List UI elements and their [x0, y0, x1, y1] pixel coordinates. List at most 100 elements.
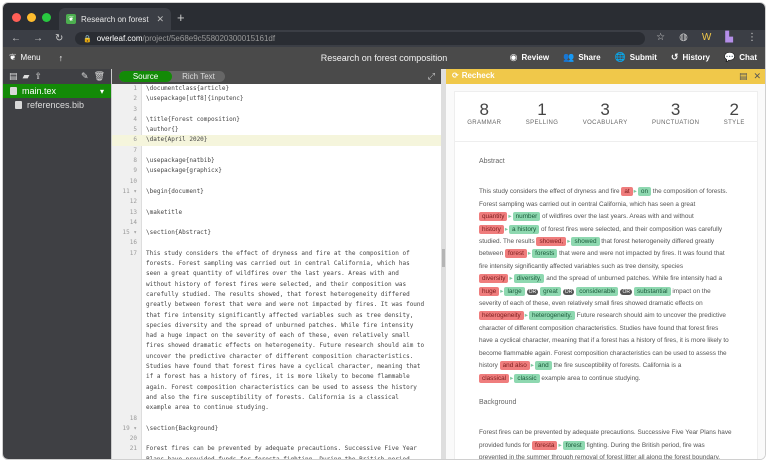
code-line[interactable]: 19 ▾ \section{Background}	[112, 424, 442, 434]
document-icon[interactable]: ▤	[739, 71, 748, 82]
code-line[interactable]: 18	[112, 414, 442, 424]
stat-spelling[interactable]: 1 SPELLING	[526, 100, 559, 141]
url-field[interactable]: 🔒 overleaf.com/project/5e68e9c5580203000…	[75, 32, 645, 45]
suggestion-replacement[interactable]: substantial	[633, 286, 671, 296]
code-line[interactable]: Studies have found that forest fires hav…	[112, 362, 442, 372]
suggestion[interactable]: diversity ▸ diversity,	[479, 274, 545, 284]
code-line[interactable]: fires showed dramatic effects on heterog…	[112, 341, 442, 351]
expand-icon[interactable]: ⤢	[428, 71, 435, 82]
profile-icon[interactable]: ▙	[725, 32, 733, 43]
code-line[interactable]: 6 \date{April 2020}	[112, 135, 442, 146]
code-line[interactable]: 10	[112, 177, 442, 187]
code-line[interactable]: seen a great quantity of wildfires over …	[112, 269, 442, 279]
stat-vocabulary[interactable]: 3 VOCABULARY	[583, 100, 628, 141]
suggestion[interactable]: foresta ▸ forest	[531, 440, 585, 450]
code-area[interactable]: 1 \documentclass{article} 2 \usepackage[utf…	[112, 84, 442, 459]
suggestion-original[interactable]: heterogeneity	[479, 311, 524, 321]
suggestion-replacement[interactable]: showed	[571, 237, 600, 247]
suggestion-original[interactable]: diversity	[479, 274, 509, 284]
suggestion-replacement[interactable]: heterogeneity.	[528, 311, 575, 321]
suggestion[interactable]: quantity ▸ number	[479, 212, 541, 222]
suggestion-original[interactable]: at	[621, 187, 633, 197]
code-line[interactable]: 8 \usepackage{natbib}	[112, 156, 442, 166]
rename-icon[interactable]: ✎	[81, 71, 89, 82]
suggestion[interactable]: and also ▸ and	[499, 361, 552, 371]
rich-text-mode-button[interactable]: Rich Text	[172, 71, 225, 82]
code-line[interactable]: forests. Forest sampling was carried out…	[112, 259, 442, 269]
extension-w-icon[interactable]: W	[702, 32, 711, 43]
browser-menu-icon[interactable]: ⋮	[747, 32, 757, 43]
code-line[interactable]: 9 \usepackage{graphicx}	[112, 166, 442, 176]
code-line[interactable]: 15 ▾ \section{Abstract}	[112, 228, 442, 238]
suggestion-replacement[interactable]: and	[535, 361, 552, 371]
close-panel-icon[interactable]: ✕	[753, 71, 761, 82]
suggestion-replacement[interactable]: great	[540, 286, 561, 296]
up-arrow-icon[interactable]: ↑	[59, 53, 64, 63]
review-button[interactable]: ◉ Review	[510, 52, 549, 63]
code-line[interactable]: 5 \author{}	[112, 125, 442, 135]
suggestion-replacement[interactable]: number	[512, 212, 541, 222]
recheck-button[interactable]: ⟳ Recheck	[452, 71, 495, 80]
file-item-main-tex[interactable]: main.tex ▾	[3, 84, 111, 98]
suggestion[interactable]: at ▸ on	[621, 187, 651, 197]
maximize-window-button[interactable]	[42, 13, 51, 22]
forward-icon[interactable]: →	[33, 33, 43, 44]
suggestion[interactable]: forest ▸ forests	[504, 249, 558, 259]
suggestion-original[interactable]: history	[479, 224, 504, 234]
suggestion-original[interactable]: and also	[499, 361, 530, 371]
code-line[interactable]: carefully studied. The results showed, t…	[112, 290, 442, 300]
close-window-button[interactable]	[12, 13, 21, 22]
browser-tab[interactable]: ❦ Research on forest composition ✕	[59, 8, 171, 30]
code-line[interactable]: Plans have provided funds for foresta fi…	[112, 455, 442, 459]
chat-button[interactable]: 💬 Chat	[724, 52, 757, 63]
upload-icon[interactable]: ⇪	[34, 71, 42, 82]
suggestion-original[interactable]: showed,	[536, 237, 567, 247]
stat-style[interactable]: 2 STYLE	[724, 100, 745, 141]
bookmark-star-icon[interactable]: ☆	[656, 32, 665, 43]
code-line[interactable]: that fire intensity significantly affect…	[112, 311, 442, 321]
suggestion[interactable]: history ▸ a history	[479, 224, 540, 234]
suggestion-replacement[interactable]: classic	[514, 373, 540, 383]
menu-button[interactable]: ❦ Menu	[9, 52, 41, 63]
code-line[interactable]: 21 Forest fires can be prevented by adequ…	[112, 444, 442, 454]
code-line[interactable]: greatly between forest that were and wer…	[112, 300, 442, 310]
code-line[interactable]: species diversity and the spread of unbu…	[112, 321, 442, 331]
code-line[interactable]: 1 \documentclass{article}	[112, 84, 442, 94]
suggestion[interactable]: classical ▸ classic	[479, 373, 540, 383]
history-button[interactable]: ↺ History	[671, 52, 710, 63]
suggestion-original[interactable]: forest	[504, 249, 527, 259]
code-line[interactable]: again. Forest composition characteristic…	[112, 383, 442, 393]
suggestion-replacement[interactable]: considerable	[576, 286, 619, 296]
code-line[interactable]: 2 \usepackage[utf8]{inputenc}	[112, 94, 442, 104]
code-line[interactable]: if a forest has a history of fires, it i…	[112, 372, 442, 382]
suggestion-original[interactable]: classical	[479, 373, 510, 383]
code-line[interactable]: had a huge impact on the severity of eac…	[112, 331, 442, 341]
suggestion[interactable]: showed, ▸ showed	[536, 237, 600, 247]
code-line[interactable]: 4 \title{Forest composition}	[112, 115, 442, 125]
back-icon[interactable]: ←	[11, 33, 21, 44]
suggestion[interactable]: heterogeneity ▸ heterogeneity.	[479, 311, 575, 321]
code-line[interactable]: example area to continue studying.	[112, 403, 442, 413]
code-line[interactable]: 20	[112, 434, 442, 444]
suggestion-original[interactable]: huge	[479, 286, 500, 296]
new-folder-icon[interactable]: ▰	[23, 71, 30, 82]
extension-icon[interactable]: ◍	[679, 32, 688, 43]
stat-grammar[interactable]: 8 GRAMMAR	[467, 100, 501, 141]
suggestion-replacement[interactable]: forest	[562, 440, 585, 450]
suggestion-replacement[interactable]: a history	[509, 224, 540, 234]
suggestion-replacement[interactable]: forests	[532, 249, 558, 259]
suggestion-replacement[interactable]: on	[637, 187, 651, 197]
code-line[interactable]: 12	[112, 197, 442, 207]
code-line[interactable]: 16	[112, 238, 442, 248]
code-line[interactable]: 17 This study considers the effect of dry…	[112, 249, 442, 259]
file-item-references-bib[interactable]: references.bib	[3, 98, 111, 112]
submit-button[interactable]: 🌐 Submit	[615, 52, 657, 63]
source-mode-button[interactable]: Source	[119, 71, 172, 82]
reload-icon[interactable]: ↻	[55, 33, 63, 44]
code-line[interactable]: 11 ▾ \begin{document}	[112, 187, 442, 197]
suggestion-original[interactable]: quantity	[479, 212, 508, 222]
code-line[interactable]: 14	[112, 218, 442, 228]
delete-icon[interactable]: 🗑	[94, 71, 105, 82]
suggestion-replacement[interactable]: diversity,	[513, 274, 545, 284]
stat-punctuation[interactable]: 3 PUNCTUATION	[652, 100, 699, 141]
